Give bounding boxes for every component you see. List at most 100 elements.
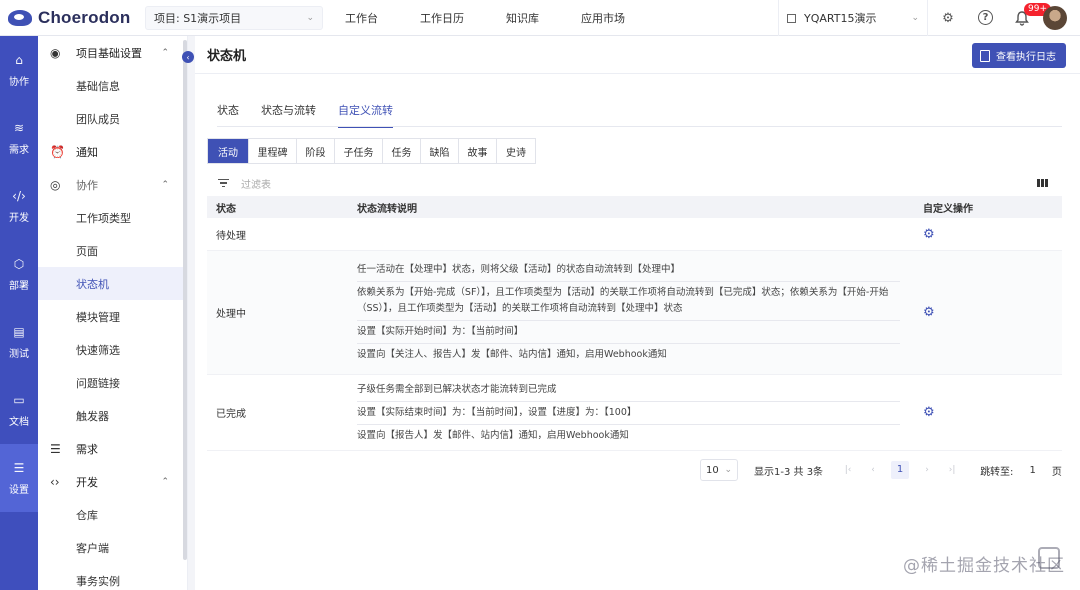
menu-item-client[interactable]: 客户端 <box>38 531 187 564</box>
collapse-menu-button[interactable]: ‹ <box>182 51 194 63</box>
tab-states-transitions[interactable]: 状态与流转 <box>261 102 316 128</box>
org-selector[interactable]: YQART15演示 ⌄ <box>778 0 928 36</box>
header-custom-action: 自定义操作 <box>923 203 973 215</box>
org-name: YQART15演示 <box>804 12 877 25</box>
menu-item-repository[interactable]: 仓库 <box>38 498 187 531</box>
collab-icon: ⌂ <box>15 52 23 67</box>
page-size-value: 10 <box>706 464 719 476</box>
table-row: 已完成 子级任务需全部到已解决状态才能流转到已完成 设置【实际结束时间】为：【当… <box>207 375 1062 451</box>
view-log-button[interactable]: 查看执行日志 <box>972 43 1066 68</box>
top-bar: Choerodon 项目: S1演示项目 ⌄ 工作台 工作日历 知识库 应用市场… <box>0 0 1080 36</box>
menu-group-develop[interactable]: ‹› 开发 ⌃ <box>38 465 187 498</box>
issue-type-epic[interactable]: 史诗 <box>497 139 535 163</box>
menu-item-quick-filter[interactable]: 快速筛选 <box>38 333 187 366</box>
rail-label: 设置 <box>9 484 29 496</box>
inbox-icon: ▭ <box>13 392 25 407</box>
menu-group-project-settings[interactable]: ◉ 项目基础设置 ⌃ <box>38 36 187 69</box>
menu-group-notify[interactable]: ⏰ 通知 <box>38 135 187 168</box>
menu-scrollbar[interactable] <box>183 40 187 560</box>
row-state: 处理中 <box>216 309 246 320</box>
menu-group-requirement[interactable]: ☰ 需求 <box>38 432 187 465</box>
tab-custom-transitions[interactable]: 自定义流转 <box>338 102 393 128</box>
top-nav: 工作台 工作日历 知识库 应用市场 <box>345 10 667 26</box>
columns-icon[interactable] <box>1037 179 1048 187</box>
description-line: 任一活动在【处理中】状态，则将父级【活动】的状态自动流转到【处理中】 <box>357 259 900 282</box>
app-logo[interactable]: Choerodon <box>0 8 145 28</box>
avatar[interactable] <box>1043 6 1067 30</box>
table-header: 状态 状态流转说明 自定义操作 <box>207 196 1062 218</box>
gear-icon[interactable]: ⚙ <box>939 9 957 27</box>
menu-item-basic-info[interactable]: 基础信息 <box>38 69 187 102</box>
nav-knowledge[interactable]: 知识库 <box>506 10 539 26</box>
watermark-logo-icon <box>1038 547 1060 569</box>
menu-item-service-instance[interactable]: 事务实例 <box>38 564 187 590</box>
issue-type-milestone[interactable]: 里程碑 <box>249 139 297 163</box>
issue-type-stage[interactable]: 阶段 <box>297 139 335 163</box>
view-log-label: 查看执行日志 <box>996 52 1056 63</box>
settings-menu: ◉ 项目基础设置 ⌃ 基础信息 团队成员 ⏰ 通知 ◎ 协作 ⌃ 工作项类型 页… <box>38 36 188 590</box>
rail-item-requirement[interactable]: ≋ 需求 <box>0 104 38 172</box>
menu-item-team-members[interactable]: 团队成员 <box>38 102 187 135</box>
nav-calendar[interactable]: 工作日历 <box>420 10 464 26</box>
description-line: 设置向【关注人、报告人】发【邮件、站内信】通知，启用Webhook通知 <box>357 349 667 360</box>
rail-item-test[interactable]: ▤ 测试 <box>0 308 38 376</box>
prev-page-icon[interactable]: ‹ <box>866 465 880 475</box>
app-name: Choerodon <box>38 7 131 27</box>
first-page-icon[interactable]: |‹ <box>841 465 855 475</box>
next-page-icon[interactable]: › <box>920 465 934 475</box>
row-description: 任一活动在【处理中】状态，则将父级【活动】的状态自动流转到【处理中】 依赖关系为… <box>357 259 912 366</box>
jump-input[interactable]: 1 <box>1029 465 1035 476</box>
filter-icon[interactable] <box>217 178 229 188</box>
issue-type-task[interactable]: 任务 <box>383 139 421 163</box>
rail-item-develop[interactable]: ‹/› 开发 <box>0 172 38 240</box>
menu-item-modules[interactable]: 模块管理 <box>38 300 187 333</box>
code-icon: ‹› <box>50 474 60 489</box>
page-number[interactable]: 1 <box>891 461 910 479</box>
issue-type-activity[interactable]: 活动 <box>208 139 249 163</box>
rail-item-collab[interactable]: ⌂ 协作 <box>0 36 38 104</box>
code-icon: ‹/› <box>12 188 26 203</box>
menu-group-label: 需求 <box>76 442 98 456</box>
jump-label: 跳转至: <box>980 466 1014 478</box>
rail-label: 测试 <box>9 348 29 360</box>
chevron-up-icon: ⌃ <box>161 476 169 487</box>
transition-table: 状态 状态流转说明 自定义操作 待处理 ⚙ 处理中 任一活动在【处理中】状态，则… <box>207 196 1062 451</box>
table-row: 处理中 任一活动在【处理中】状态，则将父级【活动】的状态自动流转到【处理中】 依… <box>207 251 1062 375</box>
page-title: 状态机 <box>207 49 247 64</box>
menu-item-issue-links[interactable]: 问题链接 <box>38 366 187 399</box>
tab-states[interactable]: 状态 <box>217 102 239 128</box>
menu-group-collab[interactable]: ◎ 协作 ⌃ <box>38 168 187 201</box>
gear-icon[interactable]: ⚙ <box>912 305 935 320</box>
filter-input[interactable]: 过滤表 <box>241 176 271 191</box>
layers-icon: ≋ <box>13 120 25 135</box>
rail-label: 协作 <box>9 76 29 88</box>
issue-type-story[interactable]: 故事 <box>459 139 497 163</box>
menu-item-state-machine[interactable]: 状态机 <box>38 267 187 300</box>
rail-item-deploy[interactable]: ⬡ 部署 <box>0 240 38 308</box>
nav-market[interactable]: 应用市场 <box>581 10 625 26</box>
gear-icon[interactable]: ⚙ <box>912 405 935 420</box>
chevron-up-icon: ⌃ <box>161 179 169 190</box>
project-selector-label: 项目: S1演示项目 <box>154 11 242 25</box>
menu-item-triggers[interactable]: 触发器 <box>38 399 187 432</box>
issue-type-subtask[interactable]: 子任务 <box>335 139 383 163</box>
row-state: 已完成 <box>216 409 246 420</box>
nav-workbench[interactable]: 工作台 <box>345 10 378 26</box>
last-page-icon[interactable]: ›| <box>945 465 959 475</box>
help-icon[interactable]: ? <box>978 10 993 25</box>
table-filter-bar: 过滤表 <box>207 173 1062 193</box>
list-icon: ☰ <box>50 441 61 456</box>
project-selector[interactable]: 项目: S1演示项目 ⌄ <box>145 5 323 30</box>
rail-label: 文档 <box>9 416 29 428</box>
menu-item-issue-types[interactable]: 工作项类型 <box>38 201 187 234</box>
issue-type-bug[interactable]: 缺陷 <box>421 139 459 163</box>
header-description: 状态流转说明 <box>357 203 417 215</box>
page-size-select[interactable]: 10 ⌄ <box>700 459 738 481</box>
rail-item-docs[interactable]: ▭ 文档 <box>0 376 38 444</box>
alarm-icon: ⏰ <box>50 144 65 159</box>
menu-item-pages[interactable]: 页面 <box>38 234 187 267</box>
rail-item-settings[interactable]: ☰ 设置 <box>0 444 38 512</box>
table-row: 待处理 ⚙ <box>207 218 1062 251</box>
menu-group-label: 项目基础设置 <box>76 46 142 60</box>
gear-icon[interactable]: ⚙ <box>912 227 935 242</box>
